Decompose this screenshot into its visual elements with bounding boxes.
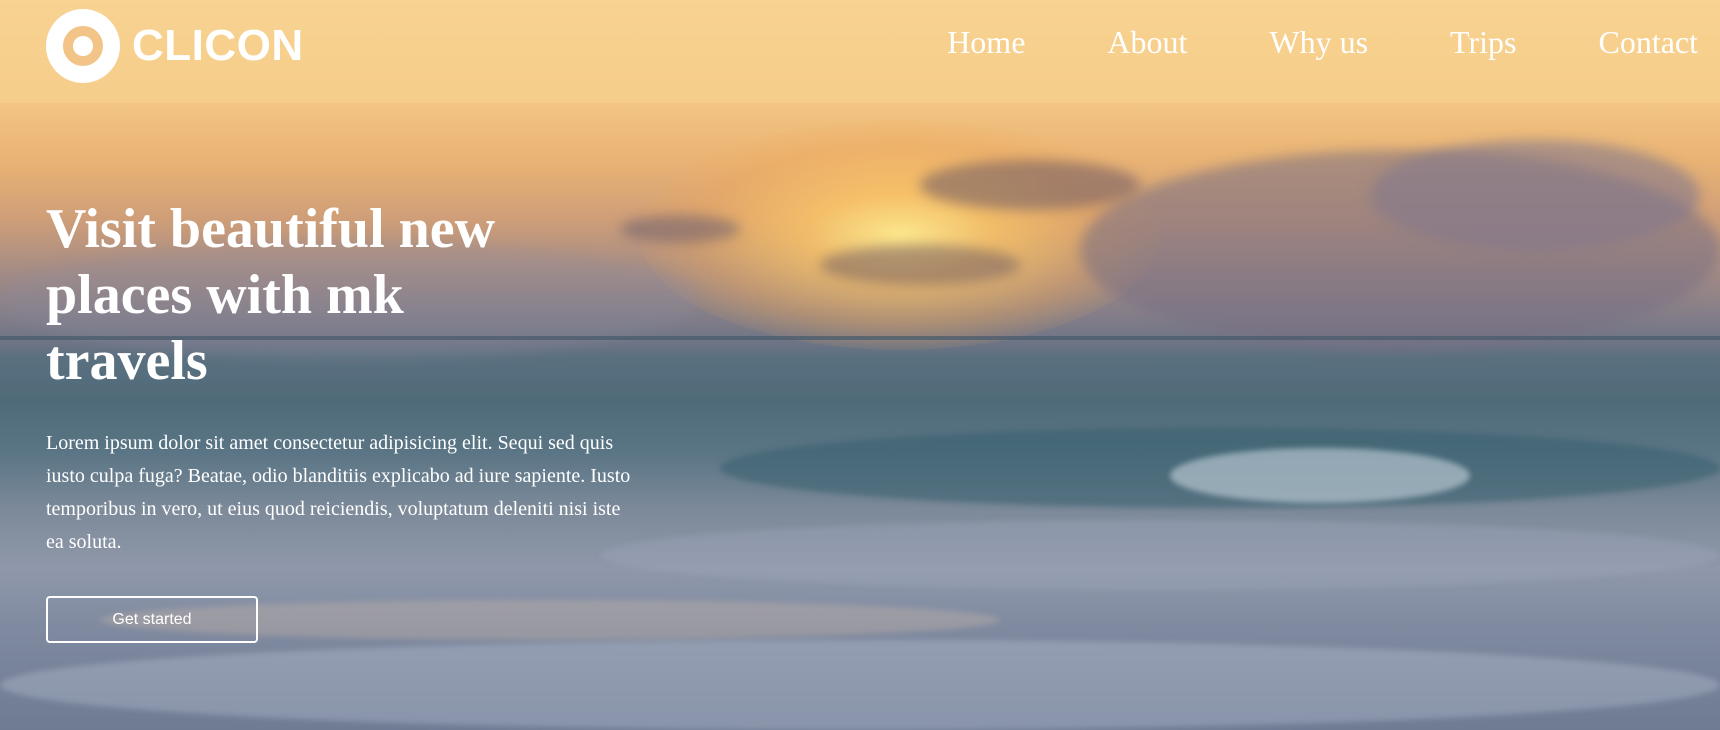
get-started-button[interactable]: Get started <box>46 596 258 643</box>
ocean-wave <box>600 520 1720 590</box>
hero-section: CLICON Home About Why us Trips Contact V… <box>0 0 1720 730</box>
hero-title: Visit beautiful new places with mk trave… <box>46 198 496 392</box>
cloud <box>1370 140 1700 250</box>
nav-link-about[interactable]: About <box>1107 24 1187 61</box>
nav-link-home[interactable]: Home <box>947 24 1025 61</box>
brand-name: CLICON <box>132 21 304 70</box>
nav-link-why-us[interactable]: Why us <box>1269 24 1368 61</box>
nav-link-trips[interactable]: Trips <box>1450 24 1516 61</box>
main-nav: Home About Why us Trips Contact <box>865 24 1698 61</box>
cloud <box>820 245 1020 285</box>
cloud <box>920 160 1140 210</box>
hero-description: Lorem ipsum dolor sit amet consectetur a… <box>46 432 631 553</box>
ocean-wave-foam <box>1170 448 1470 503</box>
navbar: CLICON Home About Why us Trips Contact <box>0 0 1720 103</box>
ocean-surf <box>0 640 1720 730</box>
nav-link-contact[interactable]: Contact <box>1598 24 1698 61</box>
brand-logo[interactable]: CLICON <box>46 9 304 83</box>
ring-logo-icon <box>46 9 120 83</box>
hero-content: Visit beautiful new places with mk trave… <box>46 196 646 559</box>
